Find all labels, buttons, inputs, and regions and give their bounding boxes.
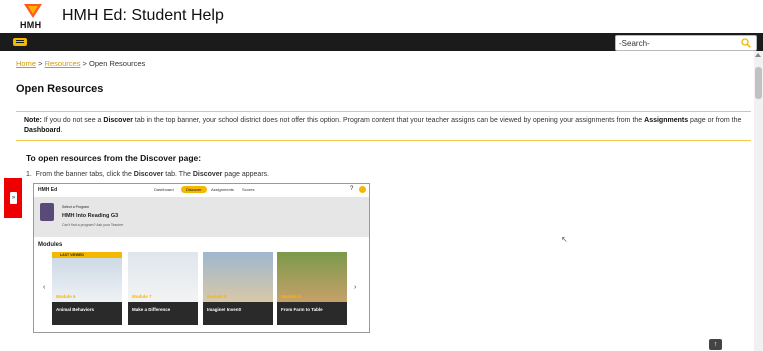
card-label: Animal Behaviors — [56, 307, 95, 312]
search-input[interactable] — [619, 36, 734, 50]
back-to-top-button[interactable]: ↑ — [709, 339, 722, 350]
screenshot-tab-active: Discover — [181, 186, 207, 193]
step-discover: Discover — [133, 171, 164, 178]
section-heading: To open resources from the Discover page… — [26, 153, 202, 163]
last-viewed-badge: LAST VIEWED — [52, 252, 122, 258]
screenshot-avatar — [359, 186, 366, 193]
card-module: Module 6 — [56, 294, 76, 299]
chevron-left-icon: ‹ — [43, 284, 46, 291]
step-text: From the banner tabs, click the — [35, 171, 134, 178]
note-box: Note: If you do not see a Discover tab i… — [16, 111, 751, 141]
main-content: Home > Resources > Open Resources Open R… — [0, 51, 754, 351]
note-label: Note: — [24, 117, 42, 124]
screenshot-tab: Assignments — [211, 187, 234, 192]
note-text: page or from the — [688, 117, 742, 124]
menu-icon[interactable] — [13, 37, 27, 47]
screenshot-tab: Dashboard — [154, 187, 174, 192]
vertical-scrollbar[interactable] — [754, 51, 763, 351]
step-item: 1. From the banner tabs, click the Disco… — [26, 171, 269, 178]
note-dashboard: Dashboard — [24, 127, 61, 134]
note-text: . — [60, 127, 63, 134]
mouse-cursor-icon: ↖ — [561, 235, 568, 244]
screenshot-brand: HMH Ed — [38, 187, 58, 193]
chevron-right-icon: › — [354, 284, 357, 291]
screenshot-help-icon: ? — [350, 186, 354, 192]
breadcrumb-resources-link[interactable]: Resources — [45, 59, 81, 68]
card-label: Imagine! Invent! — [207, 307, 242, 312]
step-text: page appears. — [222, 171, 270, 178]
module-card: Module 9 From Farm to Table — [277, 252, 347, 325]
breadcrumb-separator: > — [82, 59, 87, 68]
module-card: Module 7 Make a Difference — [128, 252, 198, 325]
step-text: tab. The — [163, 171, 193, 178]
breadcrumb-home-link[interactable]: Home — [16, 59, 36, 68]
card-module: Module 8 — [207, 294, 227, 299]
card-module: Module 9 — [281, 294, 301, 299]
module-card: Module 8 Imagine! Invent! — [203, 252, 273, 325]
screenshot-header: HMH Ed Dashboard Discover Assignments Sc… — [34, 184, 369, 198]
card-module: Module 7 — [132, 294, 152, 299]
discover-screenshot: HMH Ed Dashboard Discover Assignments Sc… — [33, 183, 370, 333]
breadcrumb: Home > Resources > Open Resources — [16, 59, 145, 68]
cant-find-text: Can't find a program? Ask your Teacher — [62, 223, 124, 227]
screenshot-banner: Select a Program HMH Into Reading G3 Can… — [34, 197, 369, 237]
screenshot-tab: Scores — [242, 187, 255, 192]
step-number: 1. — [26, 171, 32, 178]
scroll-up-icon[interactable] — [755, 53, 761, 57]
step-discover: Discover — [192, 171, 223, 178]
program-image — [40, 203, 54, 221]
search-icon[interactable] — [741, 38, 751, 48]
note-discover: Discover — [103, 117, 133, 124]
logo-text: HMH — [20, 20, 42, 30]
modules-label: Modules — [38, 242, 63, 248]
breadcrumb-current: Open Resources — [89, 59, 146, 68]
module-card: LAST VIEWED Module 6 Animal Behaviors — [52, 252, 122, 325]
note-assignments: Assignments — [644, 117, 689, 124]
note-text: If you do not see a — [41, 117, 104, 124]
app-header: HMH HMH Ed: Student Help — [0, 0, 763, 33]
app-title: HMH Ed: Student Help — [62, 7, 224, 24]
breadcrumb-separator: > — [38, 59, 43, 68]
select-program-label: Select a Program — [62, 205, 90, 209]
expand-icon: » — [10, 192, 17, 204]
search-box — [615, 35, 757, 51]
arrow-up-icon: ↑ — [713, 341, 718, 348]
scroll-thumb[interactable] — [755, 67, 762, 99]
page-title: Open Resources — [16, 83, 104, 95]
program-title: HMH Into Reading G3 — [62, 213, 119, 219]
side-panel-toggle[interactable]: » — [4, 178, 22, 218]
card-label: From Farm to Table — [281, 307, 323, 312]
card-label: Make a Difference — [132, 307, 171, 312]
note-text: tab in the top banner, your school distr… — [132, 117, 645, 124]
